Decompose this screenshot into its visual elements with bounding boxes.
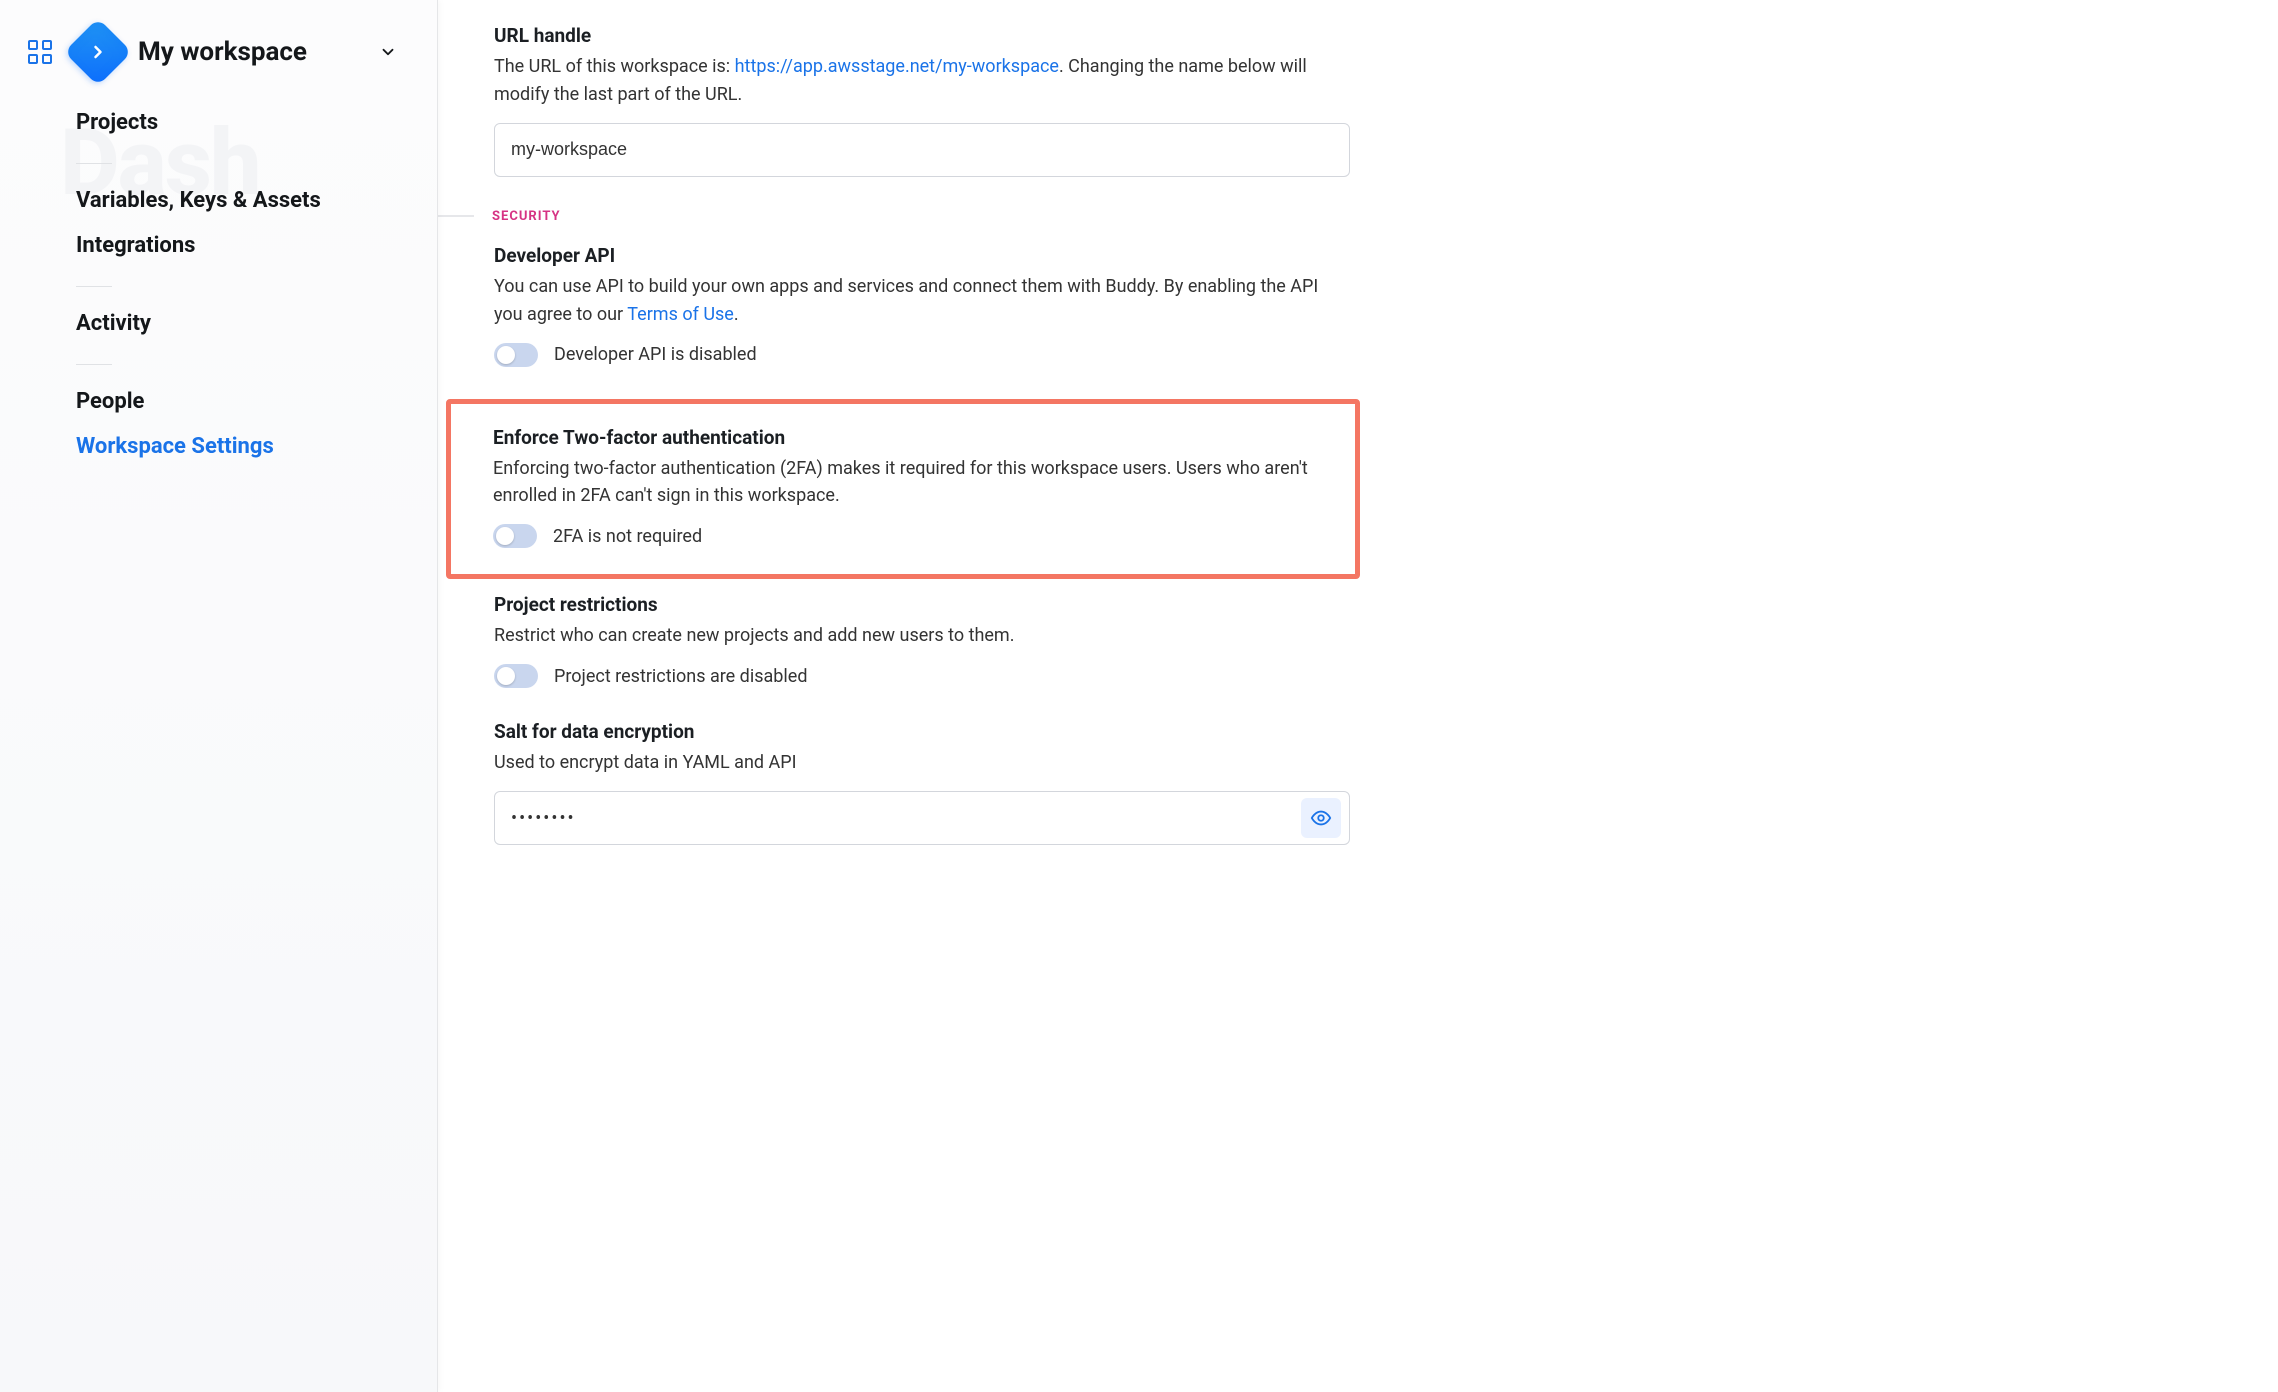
- nav-separator: [76, 286, 112, 287]
- workspace-logo-icon: [64, 18, 132, 86]
- enforce-2fa-toggle[interactable]: [493, 524, 537, 548]
- setting-enforce-2fa: Enforce Two-factor authentication Enforc…: [493, 426, 1331, 549]
- developer-api-toggle[interactable]: [494, 343, 538, 367]
- salt-input[interactable]: [511, 808, 1301, 829]
- setting-title: Developer API: [494, 244, 1350, 267]
- setting-project-restrictions: Project restrictions Restrict who can cr…: [494, 593, 1350, 688]
- project-restrictions-toggle[interactable]: [494, 664, 538, 688]
- sidebar-nav: Projects Variables, Keys & Assets Integr…: [0, 100, 437, 469]
- reveal-salt-button[interactable]: [1301, 798, 1341, 838]
- section-header-label: SECURITY: [492, 209, 561, 224]
- setting-title: Salt for data encryption: [494, 720, 1350, 743]
- highlight-2fa-box: Enforce Two-factor authentication Enforc…: [446, 399, 1360, 580]
- setting-desc: You can use API to build your own apps a…: [494, 273, 1350, 329]
- project-restrictions-toggle-label: Project restrictions are disabled: [554, 666, 807, 687]
- workspace-header: My workspace: [0, 28, 437, 100]
- salt-field-wrapper: [494, 791, 1350, 845]
- setting-title: URL handle: [494, 24, 1350, 47]
- enforce-2fa-toggle-label: 2FA is not required: [553, 526, 702, 547]
- developer-api-toggle-label: Developer API is disabled: [554, 344, 757, 365]
- setting-desc: Enforcing two-factor authentication (2FA…: [493, 455, 1331, 511]
- url-handle-input[interactable]: [494, 123, 1350, 177]
- section-header-line: [438, 215, 474, 217]
- nav-projects[interactable]: Projects: [76, 100, 397, 145]
- setting-salt: Salt for data encryption Used to encrypt…: [494, 720, 1350, 845]
- terms-of-use-link[interactable]: Terms of Use: [627, 304, 734, 325]
- desc-prefix: You can use API to build your own apps a…: [494, 276, 1318, 325]
- eye-icon: [1310, 807, 1332, 829]
- setting-desc: Used to encrypt data in YAML and API: [494, 749, 1350, 777]
- setting-desc: The URL of this workspace is: https://ap…: [494, 53, 1350, 109]
- setting-desc: Restrict who can create new projects and…: [494, 622, 1350, 650]
- workspace-name: My workspace: [138, 37, 377, 67]
- nav-integrations[interactable]: Integrations: [76, 223, 397, 268]
- nav-workspace-settings[interactable]: Workspace Settings: [76, 424, 397, 469]
- section-header-security: SECURITY: [438, 209, 1350, 224]
- sidebar: My workspace Dash Projects Variables, Ke…: [0, 0, 438, 1392]
- nav-activity[interactable]: Activity: [76, 301, 397, 346]
- workspace-url-link[interactable]: https://app.awsstage.net/my-workspace: [735, 56, 1059, 77]
- setting-title: Enforce Two-factor authentication: [493, 426, 1331, 449]
- setting-title: Project restrictions: [494, 593, 1350, 616]
- setting-url-handle: URL handle The URL of this workspace is:…: [494, 24, 1350, 177]
- setting-developer-api: Developer API You can use API to build y…: [494, 244, 1350, 367]
- desc-prefix: The URL of this workspace is:: [494, 56, 735, 77]
- main-content: URL handle The URL of this workspace is:…: [438, 0, 1398, 1392]
- desc-suffix: .: [734, 304, 739, 325]
- workspace-switcher-toggle[interactable]: [377, 41, 399, 63]
- nav-variables[interactable]: Variables, Keys & Assets: [76, 178, 397, 223]
- apps-grid-icon[interactable]: [28, 40, 52, 64]
- nav-separator: [76, 163, 112, 164]
- nav-people[interactable]: People: [76, 379, 397, 424]
- nav-separator: [76, 364, 112, 365]
